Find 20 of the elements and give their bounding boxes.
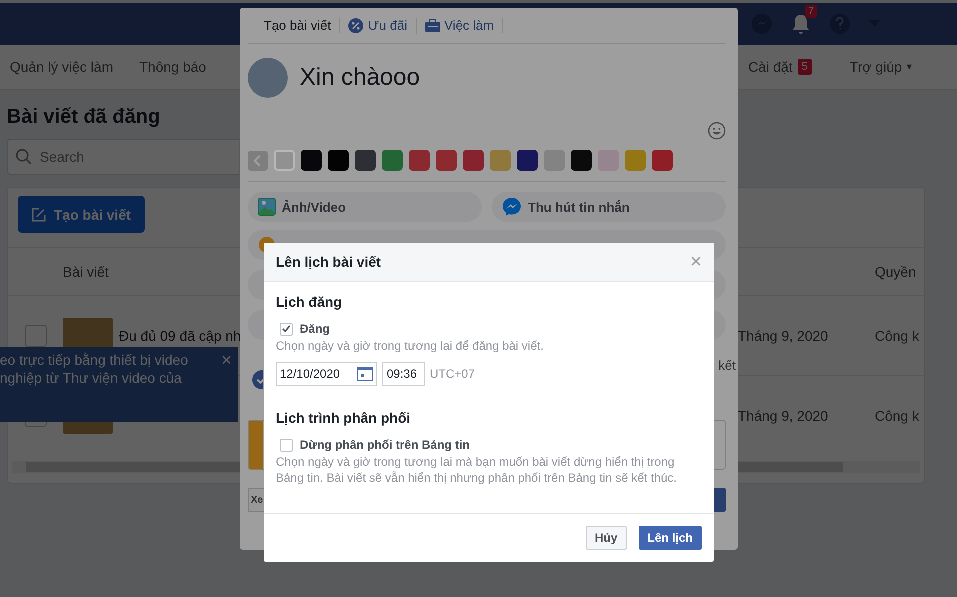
- timezone-label: UTC+07: [430, 367, 476, 381]
- column-header: Bài viết: [63, 264, 109, 280]
- help-text: Chọn ngày và giờ trong tương lai để đăng bài viết.: [276, 338, 545, 354]
- section-heading: Lịch trình phân phối: [276, 410, 412, 426]
- page-heading: Bài viết đã đăng: [7, 106, 162, 129]
- post-title: Đu đủ 09 đã cập nh: [119, 328, 242, 344]
- table-cell: Tháng 9, 2020: [738, 328, 828, 344]
- table-cell: Tháng 9, 2020: [738, 408, 828, 424]
- caret-icon: ▾: [907, 61, 912, 73]
- help-text: Chọn ngày và giờ trong tương lai mà bạn muốn bài viết dừng hiển thị trong Bảng tin. Bài viết sẽ vẫn hiển thị nhưng phân phối trên Bảng tin sẽ kết thúc.: [276, 454, 678, 486]
- section-heading: Lịch đăng: [276, 294, 344, 310]
- toast-text: eo trực tiếp bằng thiết bị video: [0, 351, 190, 369]
- option-text: kết: [718, 358, 736, 373]
- dialog-title: Lên lịch bài viết: [276, 254, 382, 270]
- table-cell: Công k: [875, 328, 920, 344]
- table-cell: Công k: [875, 408, 920, 424]
- toast-text: nghiệp từ Thư viện video của: [0, 369, 183, 387]
- column-header: Quyền: [875, 264, 916, 280]
- notification-badge: 7: [805, 5, 817, 18]
- count-badge: 5: [798, 59, 812, 75]
